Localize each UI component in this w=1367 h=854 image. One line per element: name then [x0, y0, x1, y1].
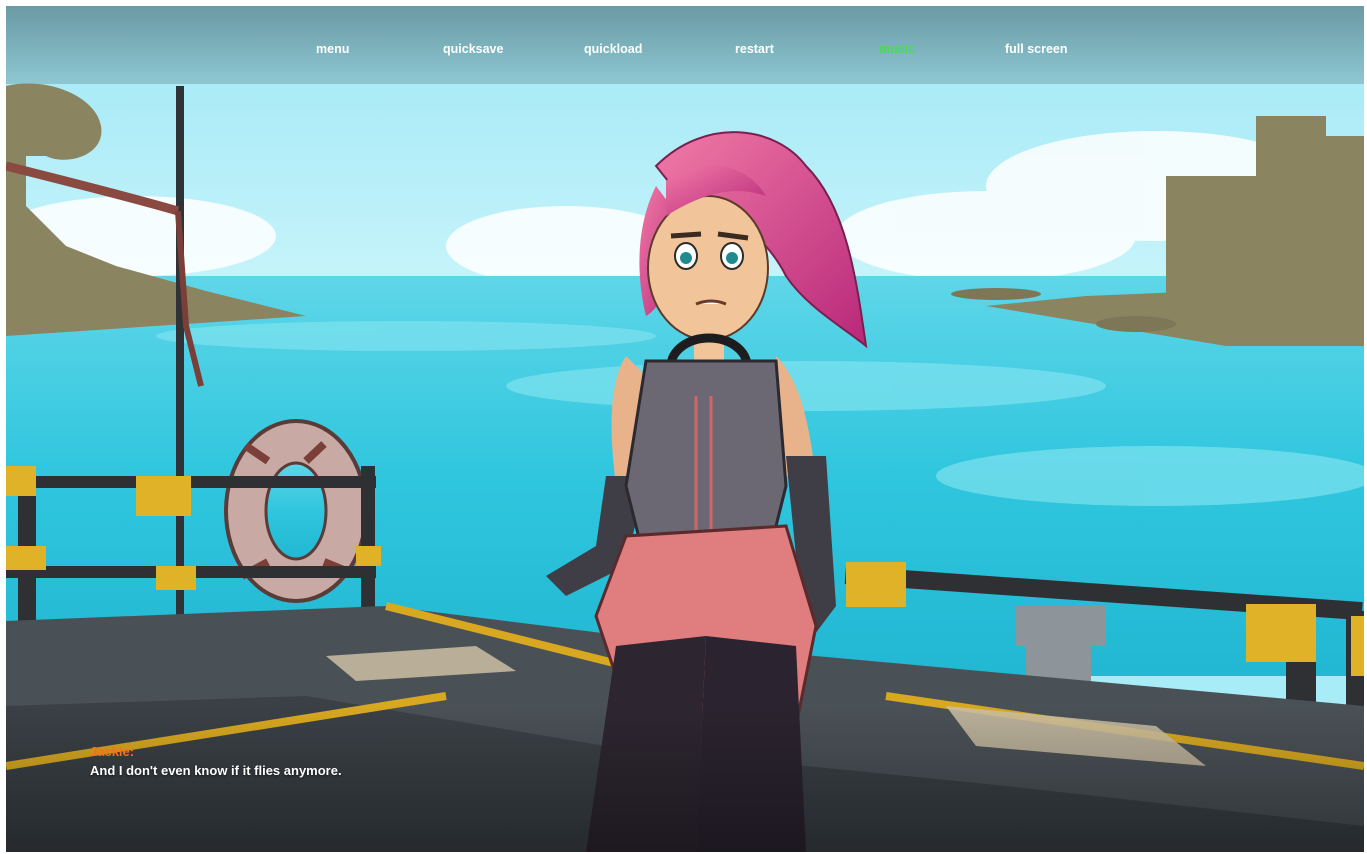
quicksave-button[interactable]: quicksave [443, 42, 503, 56]
speaker-name: Jackie: [90, 744, 135, 759]
menu-button[interactable]: menu [316, 42, 349, 56]
restart-button[interactable]: restart [735, 42, 774, 56]
dialogue-text: And I don't even know if it flies anymor… [90, 763, 342, 778]
full-screen-button[interactable]: full screen [1005, 42, 1068, 56]
music-button[interactable]: music [879, 42, 915, 56]
mast [176, 86, 184, 646]
dialogue-box[interactable] [6, 706, 1364, 852]
game-window[interactable]: menu quicksave quickload restart music f… [6, 6, 1364, 852]
quickload-button[interactable]: quickload [584, 42, 642, 56]
top-menu-bar: menu quicksave quickload restart music f… [6, 6, 1364, 84]
